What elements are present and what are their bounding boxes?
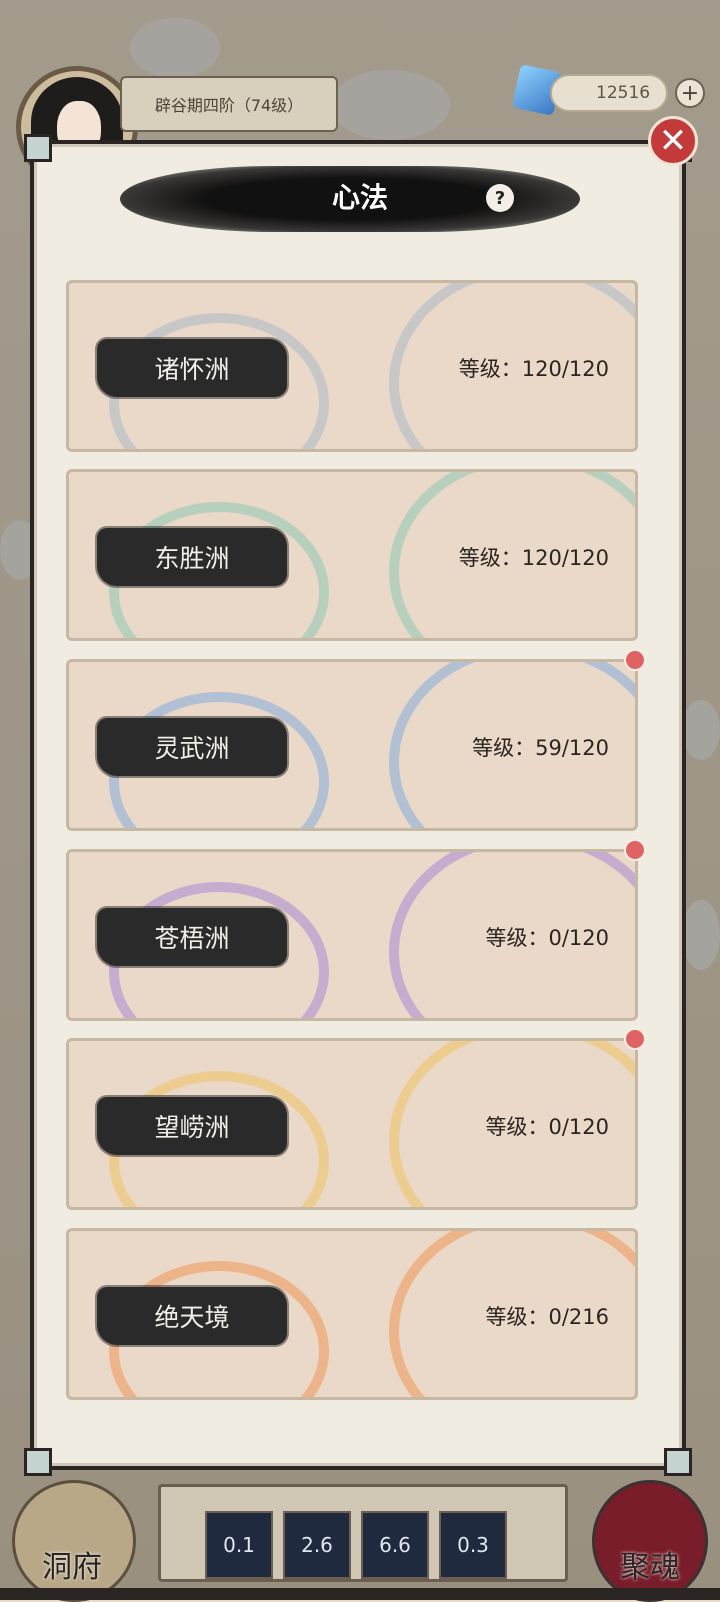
bottom-bar: 洞府 0.1 2.6 6.6 0.3 聚魂 bbox=[0, 1470, 720, 1602]
gather-soul-label: 聚魂 bbox=[620, 1550, 680, 1585]
dialog-title: 心法 bbox=[331, 181, 388, 214]
notification-dot bbox=[624, 1028, 646, 1050]
cave-dwelling-label: 洞府 bbox=[42, 1550, 102, 1585]
heart-method-card[interactable]: 绝天境 等级：0/216 bbox=[66, 1228, 638, 1400]
level-text: 等级：59/120 bbox=[472, 736, 609, 760]
skill-slot-2[interactable]: 2.6 bbox=[283, 1511, 351, 1579]
notification-dot bbox=[624, 839, 646, 861]
skill-panel: 0.1 2.6 6.6 0.3 bbox=[158, 1484, 568, 1582]
add-currency-button[interactable]: + bbox=[675, 78, 705, 108]
level-text: 等级：0/120 bbox=[485, 926, 609, 950]
continent-name-label: 东胜洲 bbox=[97, 528, 287, 586]
skill-slot-3[interactable]: 6.6 bbox=[361, 1511, 429, 1579]
spirit-stone-count: 12516 bbox=[550, 74, 668, 112]
level-text: 等级：120/120 bbox=[458, 546, 609, 570]
heart-method-card[interactable]: 苍梧洲 等级：0/120 bbox=[66, 849, 638, 1021]
help-icon[interactable]: ? bbox=[486, 184, 514, 212]
heart-method-card[interactable]: 望崂洲 等级：0/120 bbox=[66, 1038, 638, 1210]
level-text: 等级：0/216 bbox=[485, 1305, 609, 1329]
level-text: 等级：0/120 bbox=[485, 1115, 609, 1139]
bottom-strip bbox=[0, 1588, 720, 1600]
heart-method-card[interactable]: 灵武洲 等级：59/120 bbox=[66, 659, 638, 831]
continent-name-label: 望崂洲 bbox=[97, 1097, 287, 1155]
frame-corner bbox=[24, 134, 52, 162]
close-button[interactable]: ✕ bbox=[648, 116, 698, 166]
continent-name-label: 苍梧洲 bbox=[97, 908, 287, 966]
notification-dot bbox=[624, 649, 646, 671]
continent-name-label: 灵武洲 bbox=[97, 718, 287, 776]
cultivation-realm-label: 辟谷期四阶（74级） bbox=[120, 76, 338, 132]
level-text: 等级：120/120 bbox=[458, 357, 609, 381]
heart-method-card[interactable]: 诸怀洲 等级：120/120 bbox=[66, 280, 638, 452]
continent-name-label: 诸怀洲 bbox=[97, 339, 287, 397]
heart-method-card[interactable]: 东胜洲 等级：120/120 bbox=[66, 469, 638, 641]
continent-name-label: 绝天境 bbox=[97, 1287, 287, 1345]
skill-slot-4[interactable]: 0.3 bbox=[439, 1511, 507, 1579]
skill-slot-1[interactable]: 0.1 bbox=[205, 1511, 273, 1579]
